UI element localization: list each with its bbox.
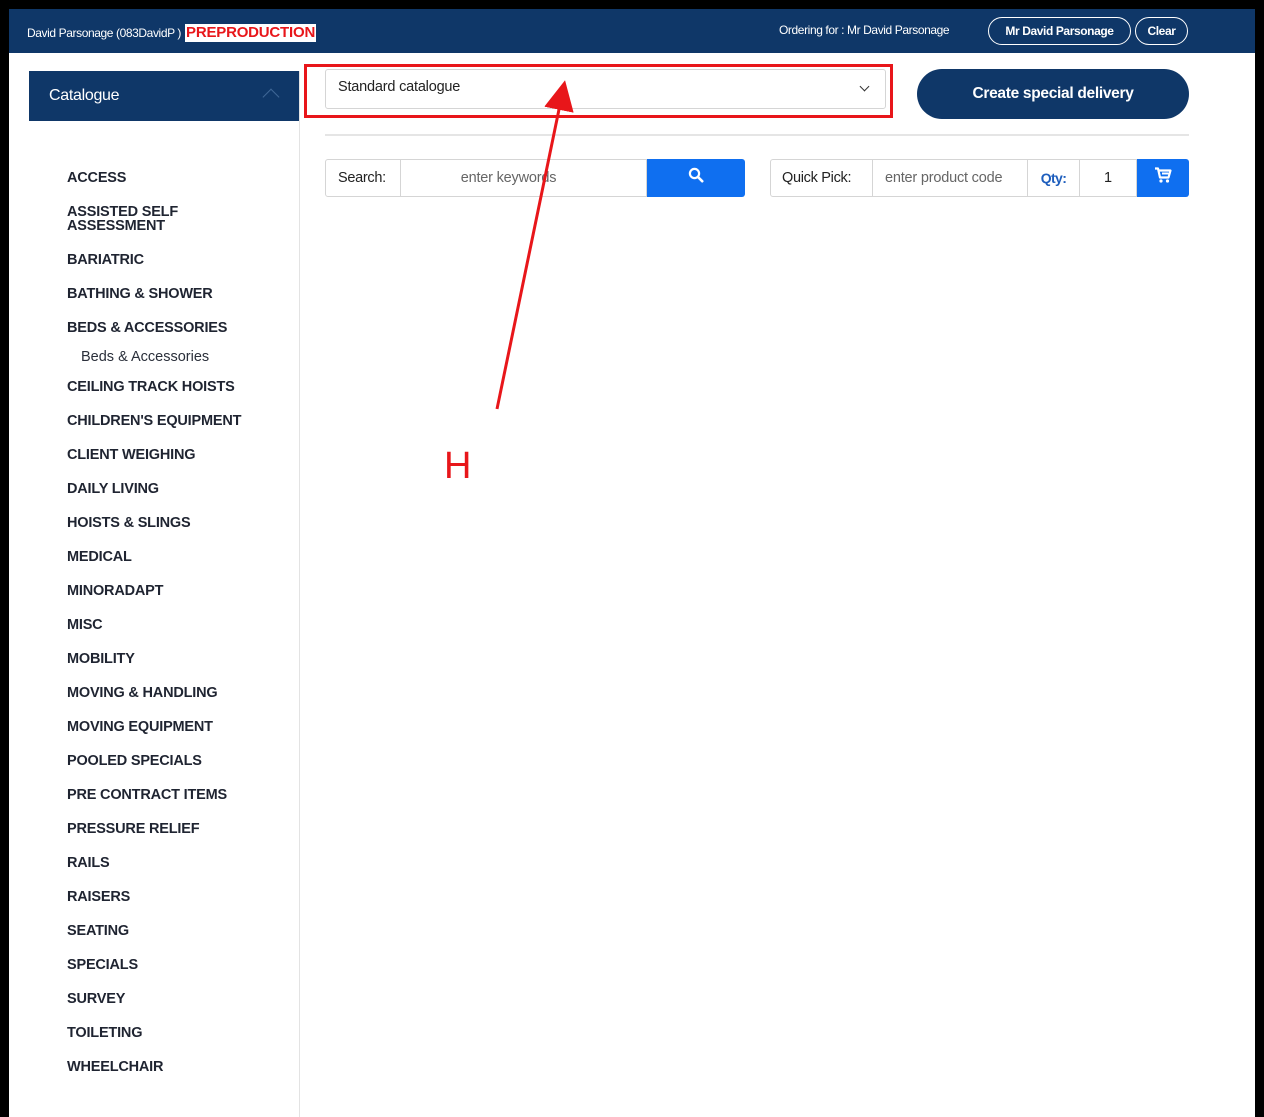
category-item[interactable]: MOVING & HANDLING [67,686,241,701]
qty-label: Qty: [1028,159,1080,197]
add-to-cart-button[interactable] [1137,159,1189,197]
category-item[interactable]: PRE CONTRACT ITEMS [67,788,241,803]
category-item[interactable]: SURVEY [67,992,241,1007]
category-item[interactable]: RAISERS [67,890,241,905]
user-name: David Parsonage (083DavidP ) [27,26,182,40]
category-item[interactable]: WHEELCHAIR [67,1060,241,1075]
category-item[interactable]: POOLED SPECIALS [67,754,241,769]
quick-pick-label: Quick Pick: [770,159,873,197]
chevron-down-icon [859,81,870,92]
search-group: Search: enter keywords [325,159,745,197]
category-item[interactable]: TOILETING [67,1026,241,1041]
catalogue-sidebar: Catalogue ACCESS ASSISTED SELF ASSESSMEN… [29,71,300,1117]
category-item[interactable]: HOISTS & SLINGS [67,516,241,531]
category-item[interactable]: BARIATRIC [67,253,241,268]
app-frame: David Parsonage (083DavidP ) PREPRODUCTI… [9,9,1255,1117]
category-item[interactable]: MEDICAL [67,550,241,565]
category-item[interactable]: MOVING EQUIPMENT [67,720,241,735]
catalogue-select-value: Standard catalogue [338,79,461,95]
category-item[interactable]: CEILING TRACK HOISTS [67,380,241,395]
catalogue-header[interactable]: Catalogue [29,71,299,121]
search-icon [688,167,704,183]
clear-button[interactable]: Clear [1135,17,1188,45]
catalogue-select[interactable]: Standard catalogue [325,69,886,109]
category-list: ACCESS ASSISTED SELF ASSESSMENT BARIATRI… [67,171,241,1094]
search-button[interactable] [647,159,745,197]
category-item[interactable]: BEDS & ACCESSORIES [67,321,241,336]
environment-badge: PREPRODUCTION [185,24,317,42]
category-item[interactable]: DAILY LIVING [67,482,241,497]
catalogue-title: Catalogue [49,87,120,104]
user-info: David Parsonage (083DavidP ) PREPRODUCTI… [27,24,317,42]
category-item[interactable]: MOBILITY [67,652,241,667]
cart-icon [1155,166,1172,183]
search-label: Search: [325,159,401,197]
category-item[interactable]: PRESSURE RELIEF [67,822,241,837]
category-item[interactable]: ASSISTED SELF ASSESSMENT [67,205,207,234]
top-bar: David Parsonage (083DavidP ) PREPRODUCTI… [9,9,1255,53]
category-item[interactable]: CHILDREN'S EQUIPMENT [67,414,241,429]
quick-pick-input[interactable]: enter product code [873,159,1028,197]
category-item[interactable]: CLIENT WEIGHING [67,448,241,463]
category-subitem[interactable]: Beds & Accessories [81,350,241,365]
qty-input[interactable]: 1 [1080,159,1137,197]
category-item[interactable]: SPECIALS [67,958,241,973]
divider [325,134,1189,136]
category-item[interactable]: BATHING & SHOWER [67,287,241,302]
category-item[interactable]: SEATING [67,924,241,939]
search-input[interactable]: enter keywords [401,159,647,197]
create-special-delivery-button[interactable]: Create special delivery [917,69,1189,119]
chevron-up-icon[interactable] [262,88,280,106]
annotation-label: H [444,445,472,487]
ordering-user-button[interactable]: Mr David Parsonage [988,17,1131,45]
category-item[interactable]: RAILS [67,856,241,871]
category-item[interactable]: ACCESS [67,171,241,186]
category-item[interactable]: MISC [67,618,241,633]
ordering-for-text: Ordering for : Mr David Parsonage [779,23,950,37]
category-item[interactable]: MINORADAPT [67,584,241,599]
quick-pick-group: Quick Pick: enter product code Qty: 1 [770,159,1189,197]
